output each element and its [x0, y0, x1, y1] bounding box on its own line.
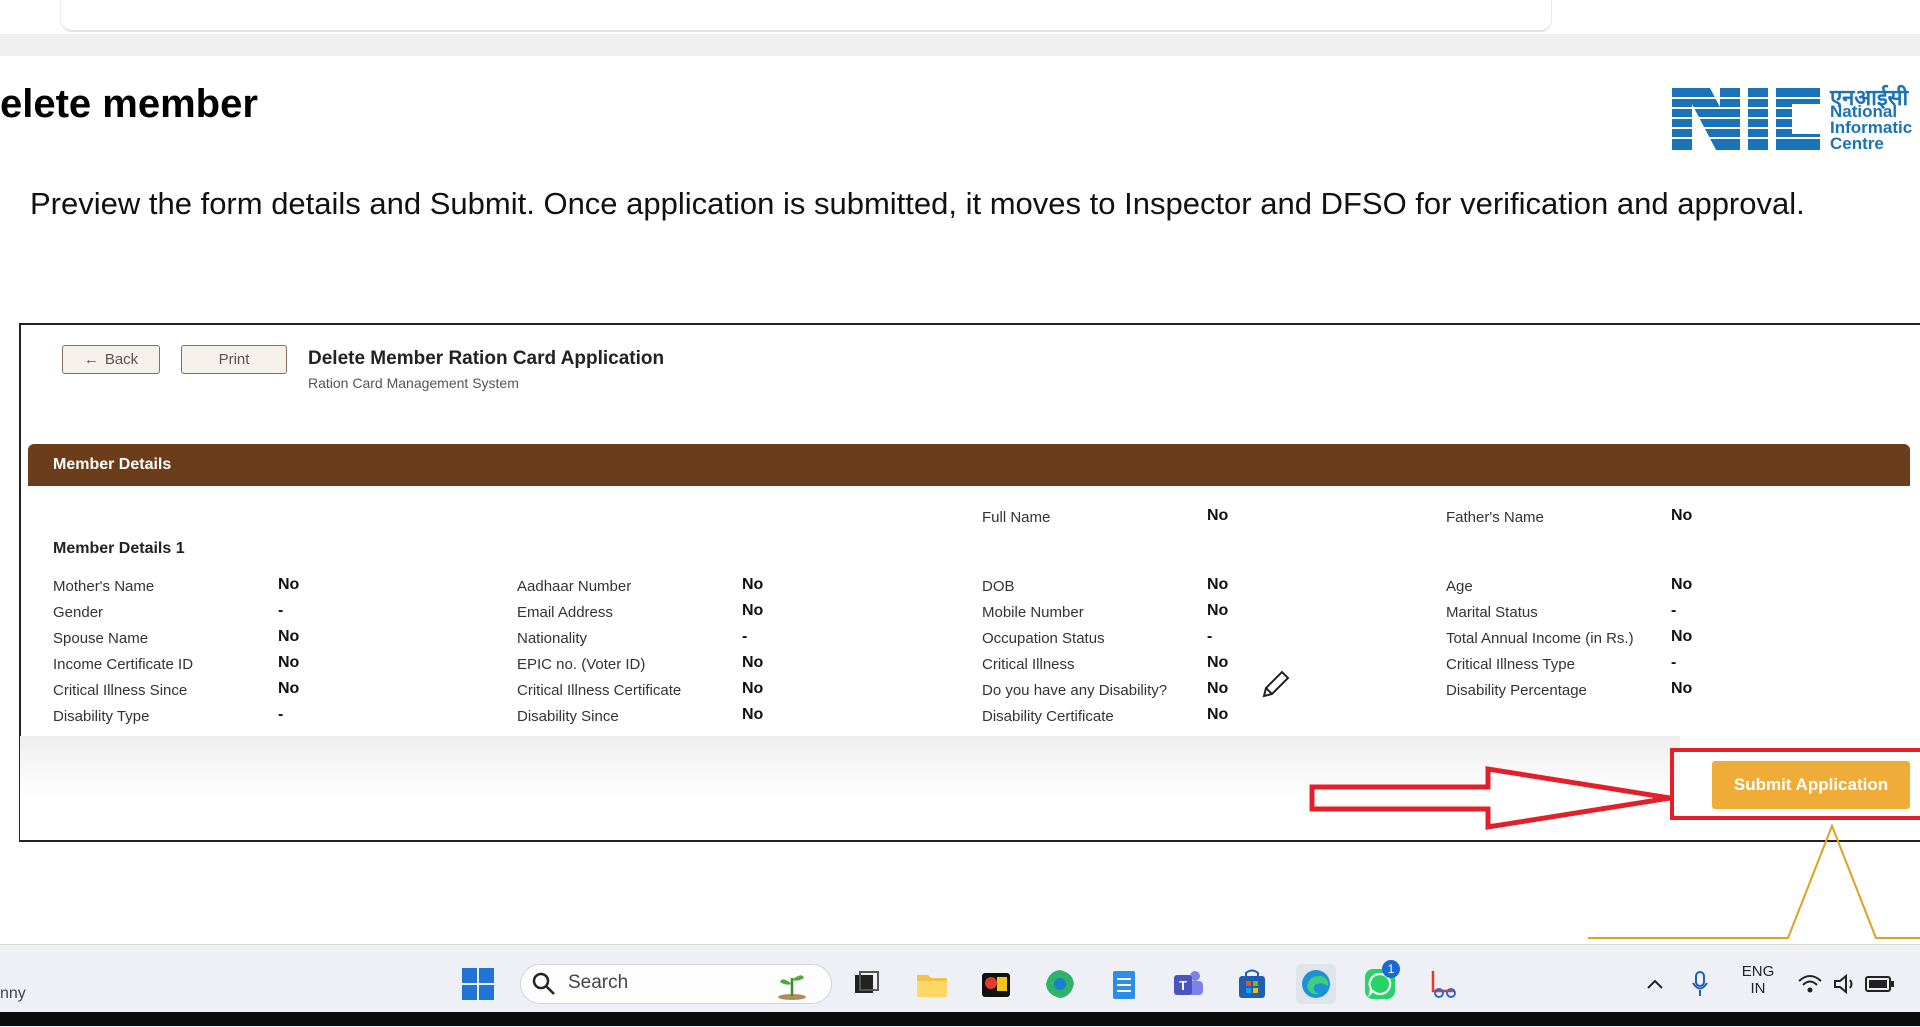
field-label: Income Certificate ID — [53, 656, 194, 673]
header-divider — [0, 34, 1920, 56]
field-value: No — [1671, 628, 1693, 645]
print-label: Print — [218, 351, 250, 368]
snipping-tool-icon[interactable] — [1424, 964, 1464, 1004]
field-value: - — [742, 628, 748, 645]
battery-icon[interactable] — [1860, 964, 1900, 1004]
photos-app-icon[interactable] — [1040, 964, 1080, 1004]
field-label: Marital Status — [1446, 604, 1538, 621]
field-value: No — [278, 576, 300, 593]
field-label: Disability Type — [53, 708, 150, 725]
nic-line-3: Centre — [1830, 134, 1884, 153]
field-value: No — [742, 576, 764, 593]
file-explorer-icon[interactable] — [912, 964, 952, 1004]
language-code: ENG — [1741, 963, 1775, 980]
field-value: No — [742, 706, 764, 723]
plant-icon — [772, 964, 812, 1004]
task-view-icon[interactable] — [846, 964, 886, 1004]
weather-text: nny — [0, 985, 26, 1002]
field-value: No — [278, 680, 300, 697]
volume-icon[interactable] — [1825, 964, 1865, 1004]
application-subtitle: Ration Card Management System — [308, 375, 519, 391]
member-details-header: Member Details — [28, 444, 1910, 486]
search-icon — [524, 964, 564, 1004]
callout-pointer — [1588, 823, 1920, 939]
teams-icon[interactable]: T — [1168, 964, 1208, 1004]
field-value: No — [1207, 706, 1229, 723]
region-code: IN — [1750, 980, 1766, 997]
field-label: Mobile Number — [982, 604, 1084, 621]
field-value: No — [1207, 576, 1229, 593]
nic-english-text: National Informatic Centre — [1830, 103, 1912, 153]
field-value: No — [278, 654, 300, 671]
field-value: No — [1207, 507, 1229, 524]
pencil-cursor-icon — [1262, 670, 1290, 698]
wifi-icon[interactable] — [1790, 964, 1830, 1004]
edge-browser-icon[interactable] — [1296, 964, 1336, 1004]
field-label: Full Name — [982, 509, 1051, 526]
field-label: Disability Percentage — [1446, 682, 1587, 699]
field-label: Gender — [53, 604, 104, 621]
language-indicator[interactable]: ENG IN — [1740, 963, 1776, 997]
intro-text: Preview the form details and Submit. Onc… — [30, 186, 1805, 221]
chevron-up-icon[interactable] — [1635, 964, 1675, 1004]
field-value: - — [1207, 628, 1213, 645]
arrow-left-icon: ← — [83, 351, 99, 368]
field-value: No — [1207, 602, 1229, 619]
address-bar-remnant — [60, 0, 1552, 32]
field-label: Critical Illness Type — [1446, 656, 1575, 673]
field-label: EPIC no. (Voter ID) — [517, 656, 646, 673]
media-app-icon[interactable] — [976, 964, 1016, 1004]
field-label: Father's Name — [1446, 509, 1544, 526]
screen-bottom-edge — [0, 1012, 1920, 1026]
field-label: Disability Since — [517, 708, 619, 725]
field-value: No — [1207, 654, 1229, 671]
search-placeholder: Search — [568, 972, 629, 993]
field-label: Email Address — [517, 604, 613, 621]
application-title: Delete Member Ration Card Application — [308, 348, 665, 369]
field-value: No — [742, 654, 764, 671]
page-title: elete member — [0, 82, 258, 126]
field-value: No — [1207, 680, 1229, 697]
field-value: No — [1671, 507, 1693, 524]
field-label: Nationality — [517, 630, 588, 647]
field-label: Total Annual Income (in Rs.) — [1446, 630, 1634, 647]
member-details-body — [28, 486, 1910, 736]
submit-application-button[interactable]: Submit Application — [1712, 761, 1910, 809]
back-button[interactable]: ← Back — [62, 345, 160, 374]
field-label: Occupation Status — [982, 630, 1105, 647]
field-value: No — [742, 602, 764, 619]
print-button[interactable]: Print — [181, 345, 287, 374]
field-value: - — [1671, 602, 1677, 619]
field-label: Aadhaar Number — [517, 578, 632, 595]
field-label: Critical Illness Since — [53, 682, 188, 699]
field-value: - — [278, 602, 284, 619]
field-label: Age — [1446, 578, 1473, 595]
svg-text:T: T — [1179, 978, 1187, 993]
browser-top-strip — [0, 0, 1920, 35]
store-icon[interactable] — [1232, 964, 1272, 1004]
field-label: Disability Certificate — [982, 708, 1114, 725]
field-value: No — [278, 628, 300, 645]
start-icon[interactable] — [458, 964, 498, 1004]
field-label: Mother's Name — [53, 578, 155, 595]
field-value: - — [1671, 654, 1677, 671]
member-subtitle: Member Details 1 — [53, 540, 185, 557]
field-label: Do you have any Disability? — [982, 682, 1168, 699]
microphone-icon[interactable] — [1680, 964, 1720, 1004]
field-label: Critical Illness Certificate — [517, 682, 682, 699]
notification-badge: 1 — [1382, 960, 1400, 978]
field-value: No — [1671, 680, 1693, 697]
field-value: - — [278, 706, 284, 723]
field-value: No — [1671, 576, 1693, 593]
back-label: Back — [104, 351, 139, 368]
field-value: No — [742, 680, 764, 697]
field-label: Spouse Name — [53, 630, 149, 647]
field-label: Critical Illness — [982, 656, 1075, 673]
notepad-icon[interactable] — [1104, 964, 1144, 1004]
field-label: DOB — [982, 578, 1015, 595]
